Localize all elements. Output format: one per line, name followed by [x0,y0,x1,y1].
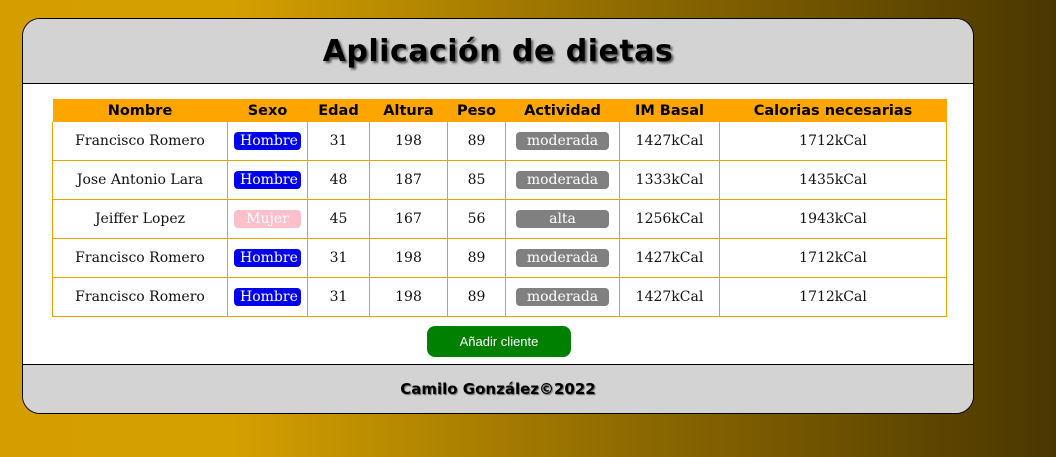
cell-calorias: 1943kCal [719,199,947,239]
app-card: Aplicación de dietas Nombre Sexo Edad Al… [22,18,974,414]
activity-badge: moderada [516,249,609,267]
column-header-edad: Edad [307,99,370,122]
sex-badge: Hombre [234,249,301,267]
add-client-button[interactable]: Añadir cliente [427,326,571,357]
cell-edad: 45 [307,199,370,239]
cell-peso: 85 [447,160,506,200]
cell-im-basal: 1427kCal [619,277,720,317]
column-header-altura: Altura [369,99,448,122]
cell-edad: 31 [307,238,370,278]
sex-badge: Mujer [234,210,301,228]
cell-altura: 198 [369,277,448,317]
cell-edad: 48 [307,160,370,200]
sex-badge: Hombre [234,132,301,150]
cell-sexo: Hombre [227,238,308,278]
cell-altura: 187 [369,160,448,200]
cell-peso: 56 [447,199,506,239]
clients-table: Nombre Sexo Edad Altura Peso Actividad I… [52,99,947,317]
cell-altura: 198 [369,122,448,161]
cell-sexo: Hombre [227,160,308,200]
cell-actividad: moderada [505,277,620,317]
column-header-actividad: Actividad [505,99,620,122]
cell-actividad: moderada [505,238,620,278]
clients-table-container: Nombre Sexo Edad Altura Peso Actividad I… [52,99,947,317]
app-footer: Camilo González©2022 [23,364,973,413]
app-header: Aplicación de dietas [23,19,973,84]
cell-edad: 31 [307,277,370,317]
column-header-calorias: Calorias necesarias [719,99,947,122]
sex-badge: Hombre [234,171,301,189]
cell-calorias: 1712kCal [719,277,947,317]
activity-badge: alta [516,210,609,228]
cell-actividad: moderada [505,160,620,200]
table-row: Francisco Romero Hombre 31 198 89 modera… [52,238,947,278]
cell-calorias: 1712kCal [719,122,947,161]
cell-calorias: 1712kCal [719,238,947,278]
cell-nombre: Jose Antonio Lara [52,160,228,200]
table-row: Jose Antonio Lara Hombre 48 187 85 moder… [52,160,947,200]
cell-peso: 89 [447,238,506,278]
cell-im-basal: 1427kCal [619,238,720,278]
cell-peso: 89 [447,122,506,161]
cell-nombre: Francisco Romero [52,238,228,278]
column-header-nombre: Nombre [52,99,228,122]
cell-altura: 167 [369,199,448,239]
table-row: Jeiffer Lopez Mujer 45 167 56 alta 1256k… [52,199,947,239]
cell-sexo: Mujer [227,199,308,239]
cell-nombre: Francisco Romero [52,122,228,161]
cell-nombre: Francisco Romero [52,277,228,317]
cell-im-basal: 1256kCal [619,199,720,239]
cell-im-basal: 1427kCal [619,122,720,161]
activity-badge: moderada [516,132,609,150]
footer-credit: Camilo González©2022 [400,380,596,398]
column-header-im-basal: IM Basal [619,99,720,122]
sex-badge: Hombre [234,288,301,306]
cell-actividad: moderada [505,122,620,161]
table-header-row: Nombre Sexo Edad Altura Peso Actividad I… [52,99,947,122]
table-row: Francisco Romero Hombre 31 198 89 modera… [52,122,947,161]
cell-actividad: alta [505,199,620,239]
cell-altura: 198 [369,238,448,278]
cell-nombre: Jeiffer Lopez [52,199,228,239]
cell-calorias: 1435kCal [719,160,947,200]
cell-sexo: Hombre [227,277,308,317]
page-title: Aplicación de dietas [322,33,674,69]
cell-peso: 89 [447,277,506,317]
table-row: Francisco Romero Hombre 31 198 89 modera… [52,277,947,317]
cell-im-basal: 1333kCal [619,160,720,200]
cell-sexo: Hombre [227,122,308,161]
column-header-peso: Peso [447,99,506,122]
cell-edad: 31 [307,122,370,161]
activity-badge: moderada [516,288,609,306]
activity-badge: moderada [516,171,609,189]
column-header-sexo: Sexo [227,99,308,122]
